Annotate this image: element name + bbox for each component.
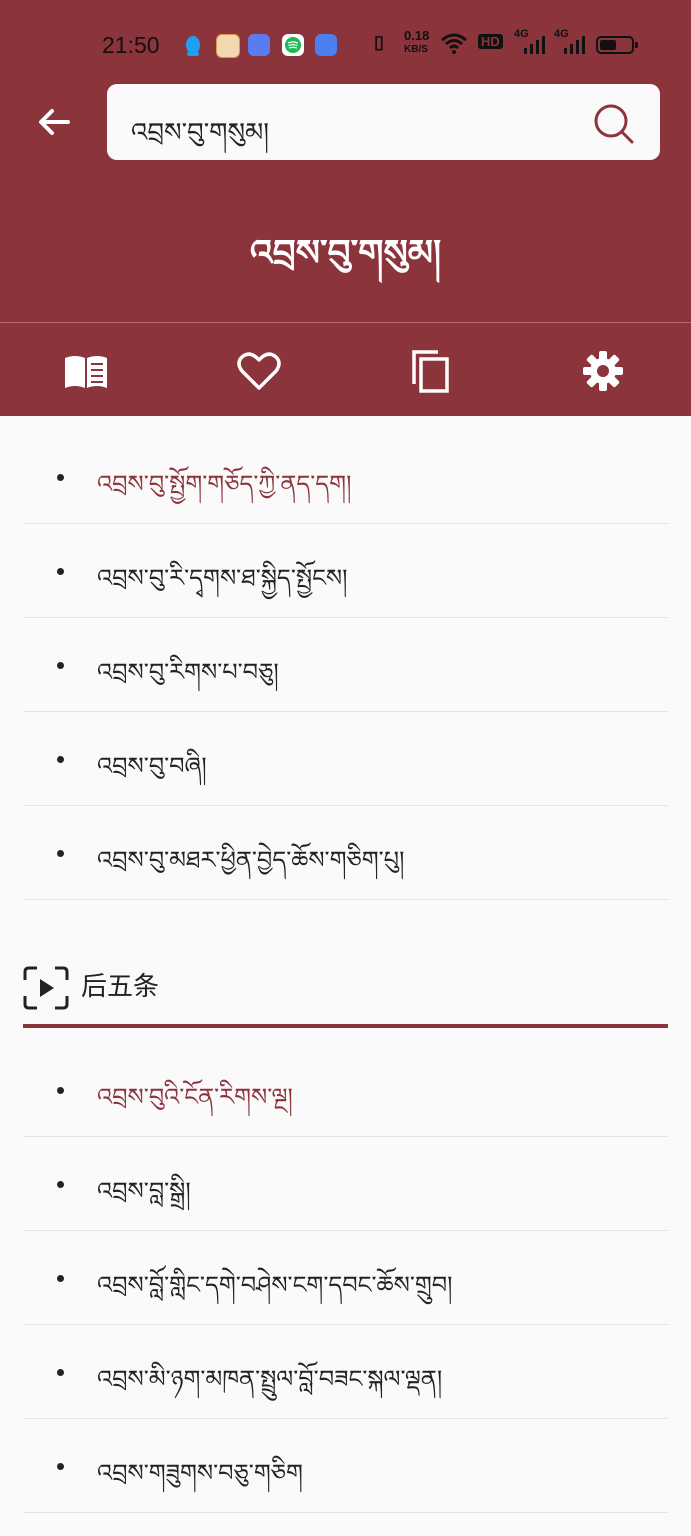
list-item-label: འབྲས་བུ་རིགས་པ་བཅུ། [97, 658, 279, 686]
list-item-label: འབྲས་བུ་མཐར་ཕྱིན་བྱེད་ཆོས་གཅིག་པུ། [97, 846, 405, 874]
signal-bars-2-icon [564, 34, 586, 59]
list-item-label: འབྲས་བུ་སྤྱོག་གཅོད་ཀྱི་ནད་དག། [97, 470, 352, 498]
net-speed: 0.18 [404, 28, 430, 43]
hd-badge: HD [478, 34, 503, 49]
bullet [57, 568, 64, 575]
list-item-label: འབྲས་མི་ཉག་མཁན་སྤྲུལ་བློ་བཟང་སྐལ་ལྡན། [97, 1365, 443, 1393]
list-item[interactable]: འབྲས་བློ་གླིང་དགེ་བཤེས་ངག་དབང་ཆོས་གྲུབ། [23, 1231, 668, 1325]
arrow-left-icon [39, 109, 70, 135]
qq-icon [182, 34, 204, 56]
bullet [57, 1369, 64, 1376]
search-field[interactable]: འབྲས་བུ་གསུམ། [107, 84, 660, 160]
results-list-top: འབྲས་བུ་སྤྱོག་གཅོད་ཀྱི་ནད་དག། འབྲས་བུ་རི… [23, 430, 668, 900]
toolbar [0, 330, 691, 416]
search-icon[interactable] [592, 102, 636, 146]
browser-icon [248, 34, 270, 56]
bullet [57, 474, 64, 481]
results-list-bottom: འབྲས་བུའི་ངོན་རིགས་ལྔ། འབྲས་བླ་སྒྲི། འབྲ… [23, 1043, 668, 1513]
section-header[interactable]: 后五条 [23, 950, 668, 1028]
page-title: འབྲས་བུ་གསུམ། [249, 233, 442, 274]
wifi-icon [440, 32, 468, 59]
battery-icon [596, 36, 638, 54]
bullet [57, 1463, 64, 1470]
book-icon[interactable] [63, 348, 109, 394]
gear-icon[interactable] [580, 348, 626, 394]
net-speed-unit: KB/S [404, 44, 428, 55]
status-time: 21:50 [102, 32, 160, 58]
app-header: 21:50 ▯ 0.18 KB/S HD 4G 4G འབྲས་བུ་གསུམ།… [0, 0, 691, 416]
list-item-label: འབྲས་གཟུགས་བཅུ་གཅིག [97, 1459, 303, 1487]
spotify-icon [282, 34, 304, 56]
bullet [57, 1181, 64, 1188]
bullet [57, 1275, 64, 1282]
search-input[interactable]: འབྲས་བུ་གསུམ། [131, 104, 269, 177]
status-bar: 21:50 ▯ 0.18 KB/S HD 4G 4G [0, 28, 691, 64]
back-button[interactable] [32, 100, 76, 144]
list-item-label: འབྲས་བུ་རི་དྭགས་ཐ་སྐྱིད་སྤྱོངས། [97, 564, 348, 592]
list-item[interactable]: འབྲས་བླ་སྒྲི། [23, 1137, 668, 1231]
list-item[interactable]: འབྲས་བུ་རི་དྭགས་ཐ་སྐྱིད་སྤྱོངས། [23, 524, 668, 618]
list-item-label: འབྲས་བུའི་ངོན་རིགས་ལྔ། [97, 1083, 293, 1111]
signal-bars-1-icon [524, 34, 546, 59]
list-item-label: འབྲས་བུ་བཞི། [97, 752, 207, 780]
play-frame-icon [23, 966, 69, 1010]
copy-icon[interactable] [408, 348, 454, 394]
header-divider [0, 322, 691, 323]
bullet [57, 850, 64, 857]
heart-icon[interactable] [236, 348, 282, 394]
list-item[interactable]: འབྲས་བུ་སྤྱོག་གཅོད་ཀྱི་ནད་དག། [23, 430, 668, 524]
bullet [57, 756, 64, 763]
list-item[interactable]: འབྲས་བུ་རིགས་པ་བཅུ། [23, 618, 668, 712]
list-item-label: འབྲས་བླ་སྒྲི། [97, 1177, 191, 1205]
list-item[interactable]: འབྲས་བུ་བཞི། [23, 712, 668, 806]
bullet [57, 662, 64, 669]
list-item-label: འབྲས་བློ་གླིང་དགེ་བཤེས་ངག་དབང་ཆོས་གྲུབ། [97, 1271, 453, 1299]
section-label: 后五条 [81, 972, 160, 1002]
list-item[interactable]: འབྲས་བུའི་ངོན་རིགས་ལྔ། [23, 1043, 668, 1137]
list-item[interactable]: འབྲས་མི་ཉག་མཁན་སྤྲུལ་བློ་བཟང་སྐལ་ལྡན། [23, 1325, 668, 1419]
bullet [57, 1087, 64, 1094]
app-notification-icon [216, 34, 240, 58]
cloud-app-icon [315, 34, 337, 56]
vibrate-icon: ▯ [374, 32, 384, 52]
list-item[interactable]: འབྲས་གཟུགས་བཅུ་གཅིག [23, 1419, 668, 1513]
list-item[interactable]: འབྲས་བུ་མཐར་ཕྱིན་བྱེད་ཆོས་གཅིག་པུ། [23, 806, 668, 900]
